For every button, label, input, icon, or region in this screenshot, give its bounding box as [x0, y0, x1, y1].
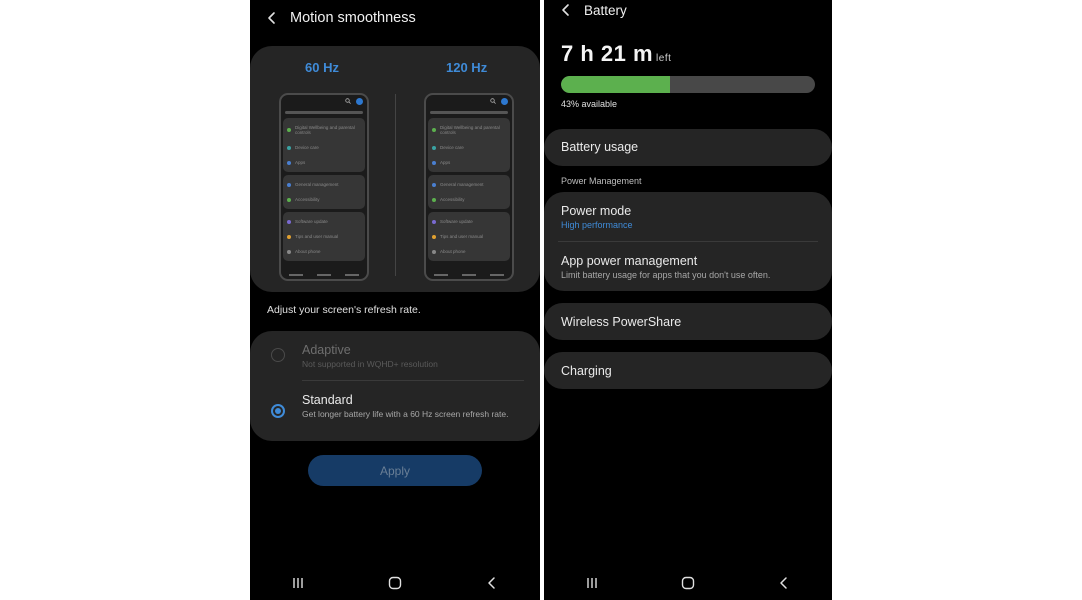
home-icon — [388, 576, 402, 590]
page-title: Motion smoothness — [290, 10, 416, 26]
about-phone-icon — [287, 249, 291, 254]
back-button[interactable] — [262, 8, 282, 28]
mock-item: Apps — [295, 160, 306, 165]
refresh-rate-preview: 60 Hz 120 Hz Digital Wellbeing and paren… — [250, 46, 540, 292]
battery-usage-label: Battery usage — [561, 140, 639, 154]
home-icon — [681, 576, 695, 590]
battery-time-remaining: 7 h 21 m left — [561, 41, 671, 67]
apps-icon — [432, 160, 436, 165]
nav-back-icon — [780, 577, 787, 589]
chevron-left-icon — [562, 4, 569, 16]
refresh-rate-description: Adjust your screen's refresh rate. — [267, 304, 421, 316]
mock-item: General management — [295, 182, 339, 187]
item-divider — [558, 241, 818, 242]
mock-item: Device care — [440, 145, 464, 150]
mock-item: Software update — [440, 219, 473, 224]
preview-divider — [395, 94, 396, 276]
about-phone-icon — [432, 249, 436, 254]
home-button[interactable] — [676, 571, 700, 595]
avatar-icon — [356, 98, 363, 105]
battery-available-text: 43% available — [561, 99, 618, 109]
battery-usage-card[interactable]: Battery usage — [544, 129, 832, 166]
charging-card[interactable]: Charging — [544, 352, 832, 389]
mock-item: Digital Wellbeing and parental controls — [440, 125, 500, 135]
power-mode-item[interactable]: Power mode High performance — [561, 204, 633, 230]
adaptive-option-title: Adaptive — [302, 343, 351, 357]
phone-mockup-60hz: Digital Wellbeing and parental controls … — [279, 93, 369, 281]
tips-icon — [432, 234, 436, 239]
chevron-left-icon — [268, 12, 275, 24]
standard-option-title[interactable]: Standard — [302, 393, 353, 407]
mock-item: Device care — [295, 145, 319, 150]
nav-back-button[interactable] — [772, 571, 796, 595]
search-icon — [345, 98, 351, 104]
back-button[interactable] — [556, 0, 576, 20]
standard-radio[interactable] — [271, 404, 285, 418]
recents-button[interactable] — [580, 571, 604, 595]
power-mode-value: High performance — [561, 220, 633, 230]
device-care-icon — [287, 145, 291, 150]
label-120hz: 120 Hz — [446, 60, 488, 75]
label-60hz: 60 Hz — [305, 60, 339, 75]
time-value: 7 h 21 m — [561, 41, 654, 66]
power-mode-title: Power mode — [561, 204, 632, 218]
general-management-icon — [432, 182, 436, 187]
mock-item: Tips and user manual — [295, 234, 339, 239]
accessibility-icon — [287, 197, 291, 202]
device-care-icon — [432, 145, 436, 150]
accessibility-icon — [432, 197, 436, 202]
general-management-icon — [287, 182, 291, 187]
battery-level-bar — [561, 76, 815, 93]
charging-label: Charging — [561, 364, 612, 378]
mock-item: Accessibility — [295, 197, 320, 202]
adaptive-option-subtitle: Not supported in WQHD+ resolution — [302, 359, 438, 369]
mock-item: About phone — [295, 249, 321, 254]
recents-icon — [587, 578, 597, 588]
mock-item: About phone — [440, 249, 466, 254]
left-app-bar: Motion smoothness — [250, 0, 540, 36]
right-app-bar: Battery — [544, 0, 832, 20]
software-update-icon — [287, 219, 291, 224]
mock-item: Digital Wellbeing and parental controls — [295, 125, 355, 135]
refresh-rate-options: Adaptive Not supported in WQHD+ resoluti… — [250, 331, 540, 441]
power-management-card: Power mode High performance App power ma… — [544, 192, 832, 291]
left-navigation-bar — [250, 566, 540, 600]
apply-button[interactable]: Apply — [308, 455, 482, 486]
wireless-powershare-card[interactable]: Wireless PowerShare — [544, 303, 832, 340]
wireless-powershare-label: Wireless PowerShare — [561, 315, 682, 329]
recents-button[interactable] — [286, 571, 310, 595]
phone-mockup-120hz: Digital Wellbeing and parental controls … — [424, 93, 514, 281]
app-power-management-subtitle: Limit battery usage for apps that you do… — [561, 270, 771, 280]
power-management-section-label: Power Management — [561, 176, 642, 186]
time-suffix: left — [656, 53, 672, 64]
app-power-management-title: App power management — [561, 254, 698, 268]
option-divider — [302, 380, 524, 381]
battery-level-fill — [561, 76, 671, 93]
page-title: Battery — [584, 2, 627, 18]
app-power-management-item[interactable]: App power management Limit battery usage… — [561, 254, 770, 280]
right-navigation-bar — [544, 566, 832, 600]
nav-back-button[interactable] — [480, 571, 504, 595]
mock-item: Tips and user manual — [440, 234, 484, 239]
mock-item: Accessibility — [440, 197, 465, 202]
battery-screen: Battery 7 h 21 m left 43% available Batte… — [544, 0, 832, 600]
nav-back-icon — [487, 577, 495, 589]
software-update-icon — [432, 219, 436, 224]
wellbeing-icon — [432, 128, 436, 132]
home-button[interactable] — [383, 571, 407, 595]
wellbeing-icon — [287, 128, 291, 132]
apps-icon — [287, 160, 291, 165]
avatar-icon — [501, 98, 508, 105]
adaptive-radio[interactable] — [271, 348, 285, 362]
standard-option-subtitle: Get longer battery life with a 60 Hz scr… — [302, 409, 509, 419]
mock-item: General management — [440, 182, 484, 187]
mock-item: Software update — [295, 219, 328, 224]
mock-item: Apps — [440, 160, 451, 165]
recents-icon — [293, 578, 304, 588]
tips-icon — [287, 234, 291, 239]
motion-smoothness-screen: Motion smoothness 60 Hz 120 Hz Digital W… — [250, 0, 540, 600]
search-icon — [490, 98, 496, 104]
